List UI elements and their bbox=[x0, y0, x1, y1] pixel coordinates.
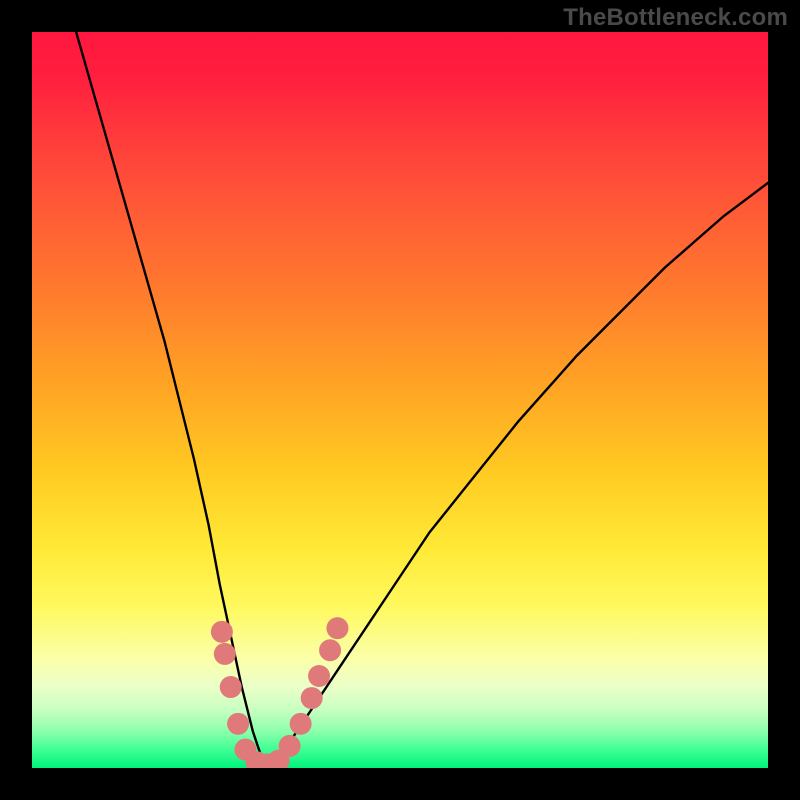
data-marker bbox=[326, 617, 348, 639]
data-marker bbox=[301, 687, 323, 709]
data-marker bbox=[290, 713, 312, 735]
data-marker bbox=[211, 621, 233, 643]
data-marker bbox=[319, 639, 341, 661]
data-marker bbox=[279, 735, 301, 757]
data-marker bbox=[227, 713, 249, 735]
chart-frame: TheBottleneck.com bbox=[0, 0, 800, 800]
bottleneck-curve bbox=[76, 32, 768, 764]
plot-area bbox=[32, 32, 768, 768]
data-marker bbox=[220, 676, 242, 698]
data-marker bbox=[308, 665, 330, 687]
data-marker bbox=[214, 643, 236, 665]
chart-overlay bbox=[32, 32, 768, 768]
watermark-text: TheBottleneck.com bbox=[563, 4, 788, 32]
